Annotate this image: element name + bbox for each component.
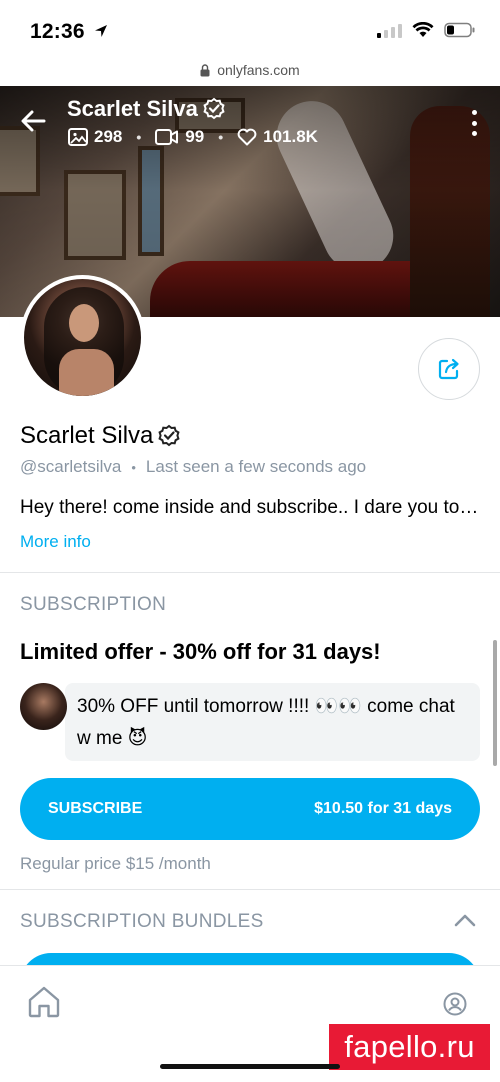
last-seen: Last seen a few seconds ago <box>145 457 367 476</box>
heart-icon <box>237 128 257 146</box>
profile-handle-row: @scarletsilva • Last seen a few seconds … <box>20 457 366 477</box>
chevron-up-icon[interactable] <box>452 910 478 930</box>
cellular-signal-icon <box>377 22 402 38</box>
user-circle-icon[interactable] <box>443 992 467 1016</box>
stats-separator: • <box>218 129 224 145</box>
promo-message-text: 30% OFF until tomorrow !!!! 👀👀 come chat… <box>77 696 455 749</box>
battery-icon <box>444 22 475 38</box>
image-icon <box>68 128 88 146</box>
cover-name-text: Scarlet Silva <box>67 96 198 121</box>
divider <box>0 572 500 573</box>
profile-name-text: Scarlet Silva <box>20 422 154 449</box>
subscribe-price: $10.50 for 31 days <box>314 800 452 817</box>
offer-title: Limited offer - 30% off for 31 days! <box>20 639 381 664</box>
avatar[interactable] <box>20 275 145 400</box>
promo-bubble: 30% OFF until tomorrow !!!! 👀👀 come chat… <box>65 683 480 761</box>
status-time-text: 12:36 <box>30 20 85 43</box>
cover-stats: 298 • 99 • 101.8K <box>68 127 318 147</box>
home-indicator[interactable] <box>160 1064 340 1069</box>
share-icon <box>438 358 459 380</box>
video-icon <box>155 129 179 145</box>
subscribe-button[interactable]: SUBSCRIBE $10.50 for 31 days <box>20 778 480 840</box>
profile-name: Scarlet Silva <box>20 422 181 450</box>
bundles-section-title: SUBSCRIPTION BUNDLES <box>20 911 264 932</box>
back-arrow-icon[interactable] <box>18 106 48 136</box>
scrollbar[interactable] <box>493 640 497 766</box>
promo-message: 30% OFF until tomorrow !!!! 👀👀 come chat… <box>20 683 480 761</box>
photos-count: 298 <box>94 127 123 146</box>
stat-videos: 99 <box>155 127 204 147</box>
share-button[interactable] <box>418 338 480 400</box>
more-info-link[interactable]: More info <box>20 532 91 552</box>
status-time: 12:36 <box>30 20 109 44</box>
divider <box>0 889 500 890</box>
verified-badge-icon <box>203 97 225 120</box>
location-arrow-icon <box>94 25 107 37</box>
handle-separator: • <box>131 459 136 475</box>
stats-separator: • <box>136 129 142 145</box>
watermark: fapello.ru <box>329 1024 490 1070</box>
stat-likes: 101.8K <box>237 127 318 147</box>
subscribe-label: SUBSCRIBE <box>48 800 143 817</box>
promo-avatar <box>20 683 67 730</box>
cover-profile-name: Scarlet Silva <box>67 96 226 122</box>
likes-count: 101.8K <box>263 127 318 146</box>
profile-bio: Hey there! come inside and subscribe.. I… <box>20 497 480 518</box>
url-bar[interactable]: onlyfans.com <box>0 62 500 86</box>
vertical-dots-icon[interactable] <box>470 110 478 136</box>
regular-price: Regular price $15 /month <box>20 854 211 873</box>
verified-badge-icon <box>158 424 180 447</box>
stat-photos: 298 <box>68 127 122 147</box>
wifi-icon <box>412 22 434 37</box>
status-bar: 12:36 <box>0 0 500 62</box>
url-text: onlyfans.com <box>217 62 300 78</box>
home-icon[interactable] <box>26 984 62 1020</box>
status-icons <box>377 22 476 38</box>
profile-handle: @scarletsilva <box>20 457 122 476</box>
lock-icon <box>200 64 210 77</box>
subscription-section-title: SUBSCRIPTION <box>20 594 167 615</box>
videos-count: 99 <box>185 127 205 146</box>
